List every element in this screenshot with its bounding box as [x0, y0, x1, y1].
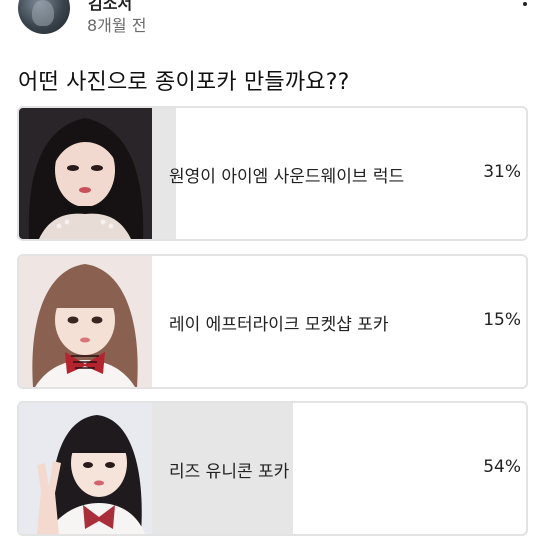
option-photo-3 — [19, 403, 152, 534]
poll-option-percent: 31% — [483, 162, 521, 182]
poll-option-label: 리즈 유니콘 포카 — [169, 462, 290, 482]
author-avatar[interactable] — [18, 0, 70, 34]
post-header: 김소서 8개월 전 — [0, 0, 560, 50]
poll-option-2[interactable]: 레이 에프터라이크 모켓샵 포카 15% — [17, 254, 528, 389]
poll-option-1[interactable]: 원영이 아이엠 사운드웨이브 럭드 31% — [17, 106, 528, 241]
poll-option-percent: 54% — [483, 457, 521, 477]
more-vertical-icon[interactable] — [521, 0, 529, 22]
post-time: 8개월 전 — [87, 16, 147, 35]
option-photo-1 — [19, 108, 152, 239]
poll-option-3[interactable]: 리즈 유니콘 포카 54% — [17, 401, 528, 536]
poll-question: 어떤 사진으로 종이포카 만들까요?? — [18, 70, 350, 95]
poll-option-label: 원영이 아이엠 사운드웨이브 럭드 — [169, 167, 405, 187]
option-photo-2 — [19, 256, 152, 387]
poll-option-percent: 15% — [483, 310, 521, 330]
poll-option-label: 레이 에프터라이크 모켓샵 포카 — [169, 315, 389, 335]
